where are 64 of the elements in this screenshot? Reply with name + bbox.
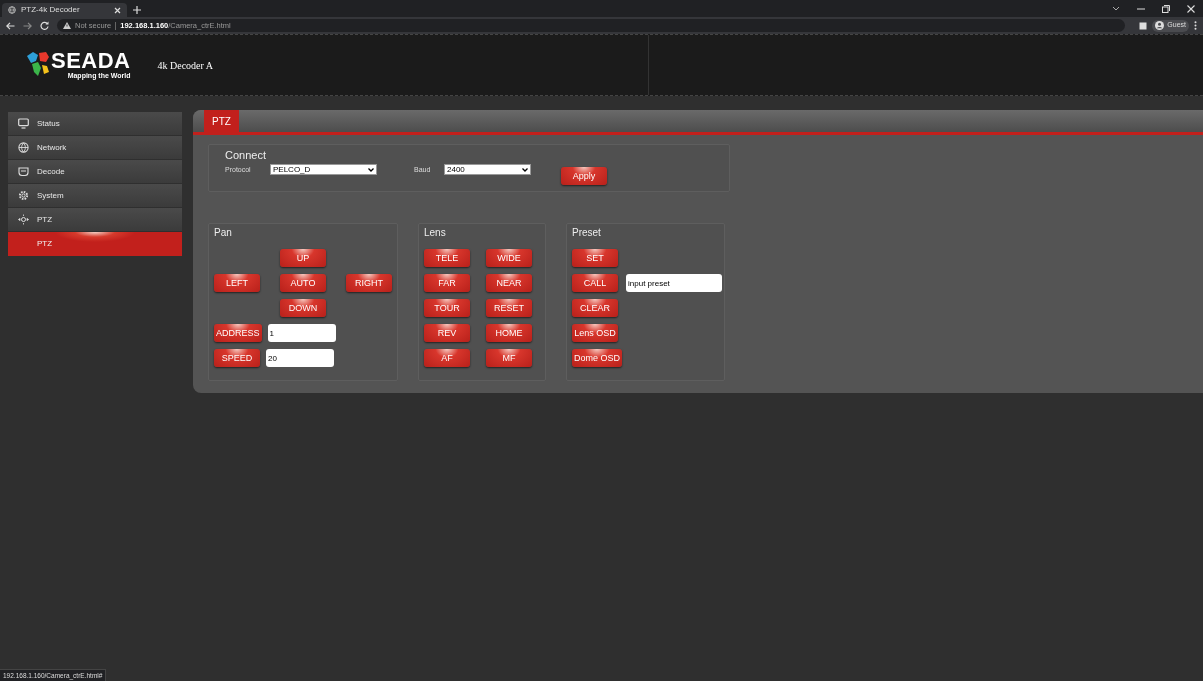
preset-button[interactable]: SET — [572, 249, 618, 267]
dropdown[interactable]: PELCO_D — [270, 164, 377, 175]
tab[interactable]: PTZ — [204, 110, 239, 132]
lens-button[interactable]: REV — [424, 324, 470, 342]
direction-button[interactable]: LEFT — [214, 274, 260, 292]
lens-button[interactable]: TOUR — [424, 299, 470, 317]
direction-button[interactable]: RIGHT — [346, 274, 392, 292]
sidebar-icon — [1139, 21, 1148, 30]
preset-button[interactable]: CLEAR — [572, 299, 618, 317]
lens-button[interactable]: HOME — [486, 324, 532, 342]
direction-button[interactable]: UP — [280, 249, 326, 267]
globe-icon — [18, 142, 29, 153]
sidebar-item[interactable]: Status — [8, 112, 182, 135]
forward-arrow-icon — [23, 21, 32, 30]
input-field[interactable]: 20 — [266, 349, 334, 367]
browser-tab[interactable]: PTZ-4k Decoder — [2, 3, 127, 17]
chevron-down-icon — [1112, 5, 1120, 12]
monitor-icon — [18, 118, 29, 129]
close-icon — [1187, 4, 1195, 13]
lens-button[interactable]: RESET — [486, 299, 532, 317]
chevron-down-icon — [522, 167, 528, 172]
lens-button[interactable]: FAR — [424, 274, 470, 292]
ptz-icon — [18, 214, 29, 225]
lens-button[interactable]: MF — [486, 349, 532, 367]
preset-button[interactable]: Dome OSD — [572, 349, 622, 367]
control-button[interactable]: ADDRESS — [214, 324, 262, 342]
display-icon — [18, 166, 29, 177]
input-field[interactable]: 1 — [267, 324, 336, 342]
device-name: 4k Decoder A — [157, 58, 214, 73]
brand-name: SEADA — [51, 50, 131, 72]
sidebar-item[interactable]: Decode — [8, 160, 182, 183]
section-title: Connect — [225, 149, 267, 162]
apply-button[interactable]: Apply — [561, 167, 607, 185]
plus-icon — [133, 6, 141, 14]
preset-button[interactable]: CALL — [572, 274, 618, 292]
chevron-down-icon — [368, 167, 374, 172]
dropdown[interactable]: 2400 — [444, 164, 531, 175]
sidebar-item[interactable]: System — [8, 184, 182, 207]
person-icon — [1155, 21, 1165, 30]
globe-icon — [8, 6, 16, 14]
sidebar-item[interactable]: PTZ — [8, 208, 182, 231]
reload-icon — [40, 21, 49, 30]
preset-button[interactable]: Lens OSD — [572, 324, 618, 342]
input-field[interactable]: input preset — [626, 274, 722, 292]
warning-icon — [63, 22, 71, 29]
lens-button[interactable]: WIDE — [486, 249, 532, 267]
more-icon — [1194, 21, 1197, 30]
sidebar-item[interactable]: Network — [8, 136, 182, 159]
back-arrow-icon — [6, 21, 15, 30]
direction-button[interactable]: AUTO — [280, 274, 326, 292]
lens-button[interactable]: NEAR — [486, 274, 532, 292]
gear-icon — [18, 190, 29, 201]
control-button[interactable]: SPEED — [214, 349, 260, 367]
section-title: Preset — [572, 227, 602, 239]
restore-icon — [1162, 4, 1170, 13]
sidebar-subitem[interactable]: PTZ — [8, 232, 182, 256]
section-title: Pan — [214, 227, 233, 239]
lens-button[interactable]: TELE — [424, 249, 470, 267]
close-icon — [114, 6, 121, 14]
section-title: Lens — [424, 227, 447, 239]
direction-button[interactable]: DOWN — [280, 299, 326, 317]
minimize-icon — [1137, 7, 1145, 10]
tab-title: PTZ-4k Decoder — [21, 4, 81, 16]
lens-button[interactable]: AF — [424, 349, 470, 367]
